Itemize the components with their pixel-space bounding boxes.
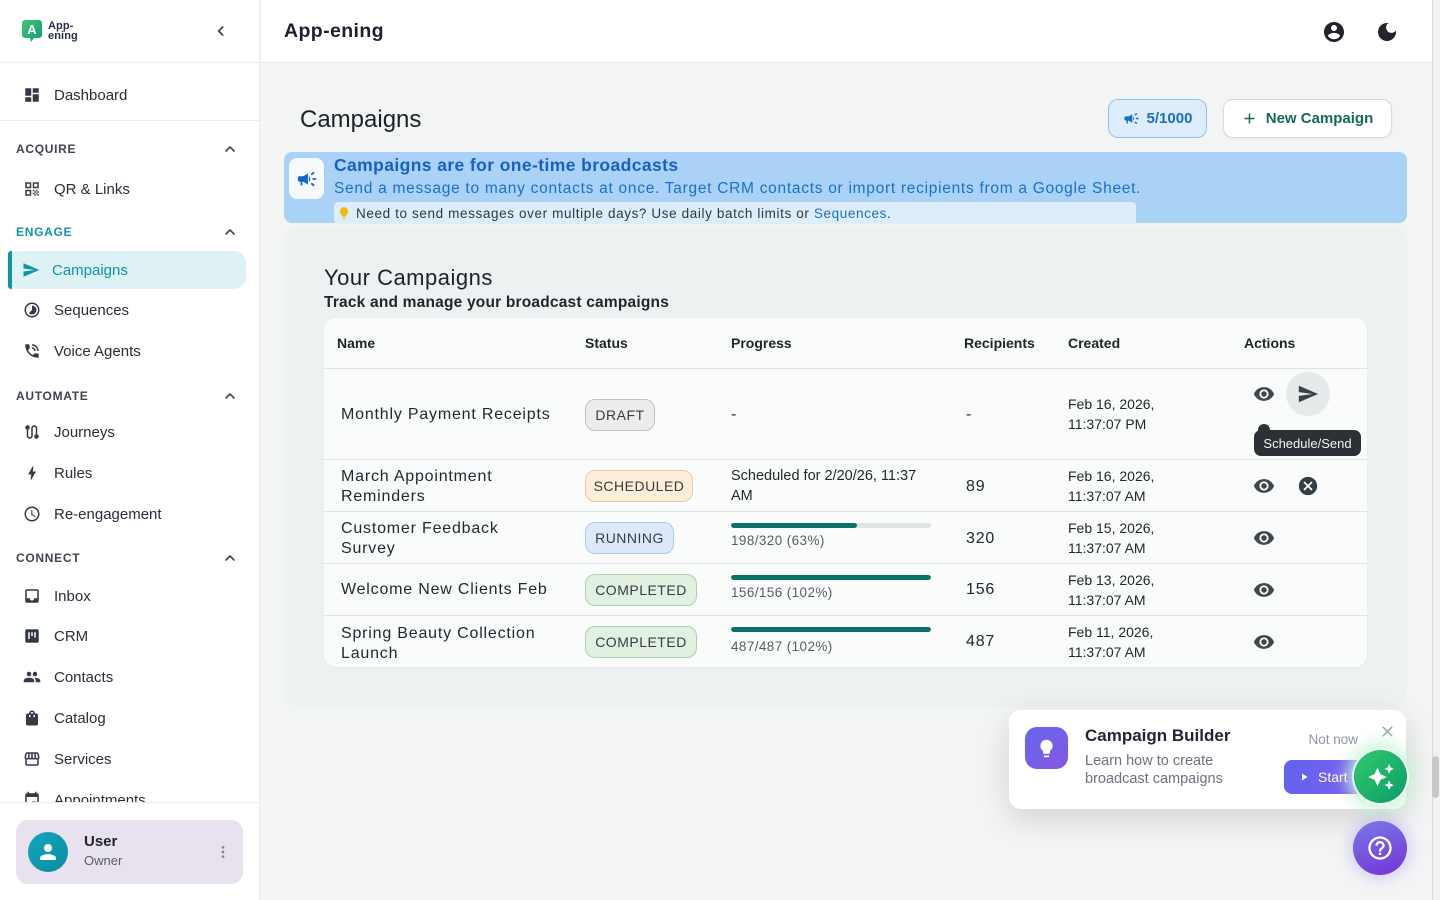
svg-text:A: A: [27, 22, 37, 37]
